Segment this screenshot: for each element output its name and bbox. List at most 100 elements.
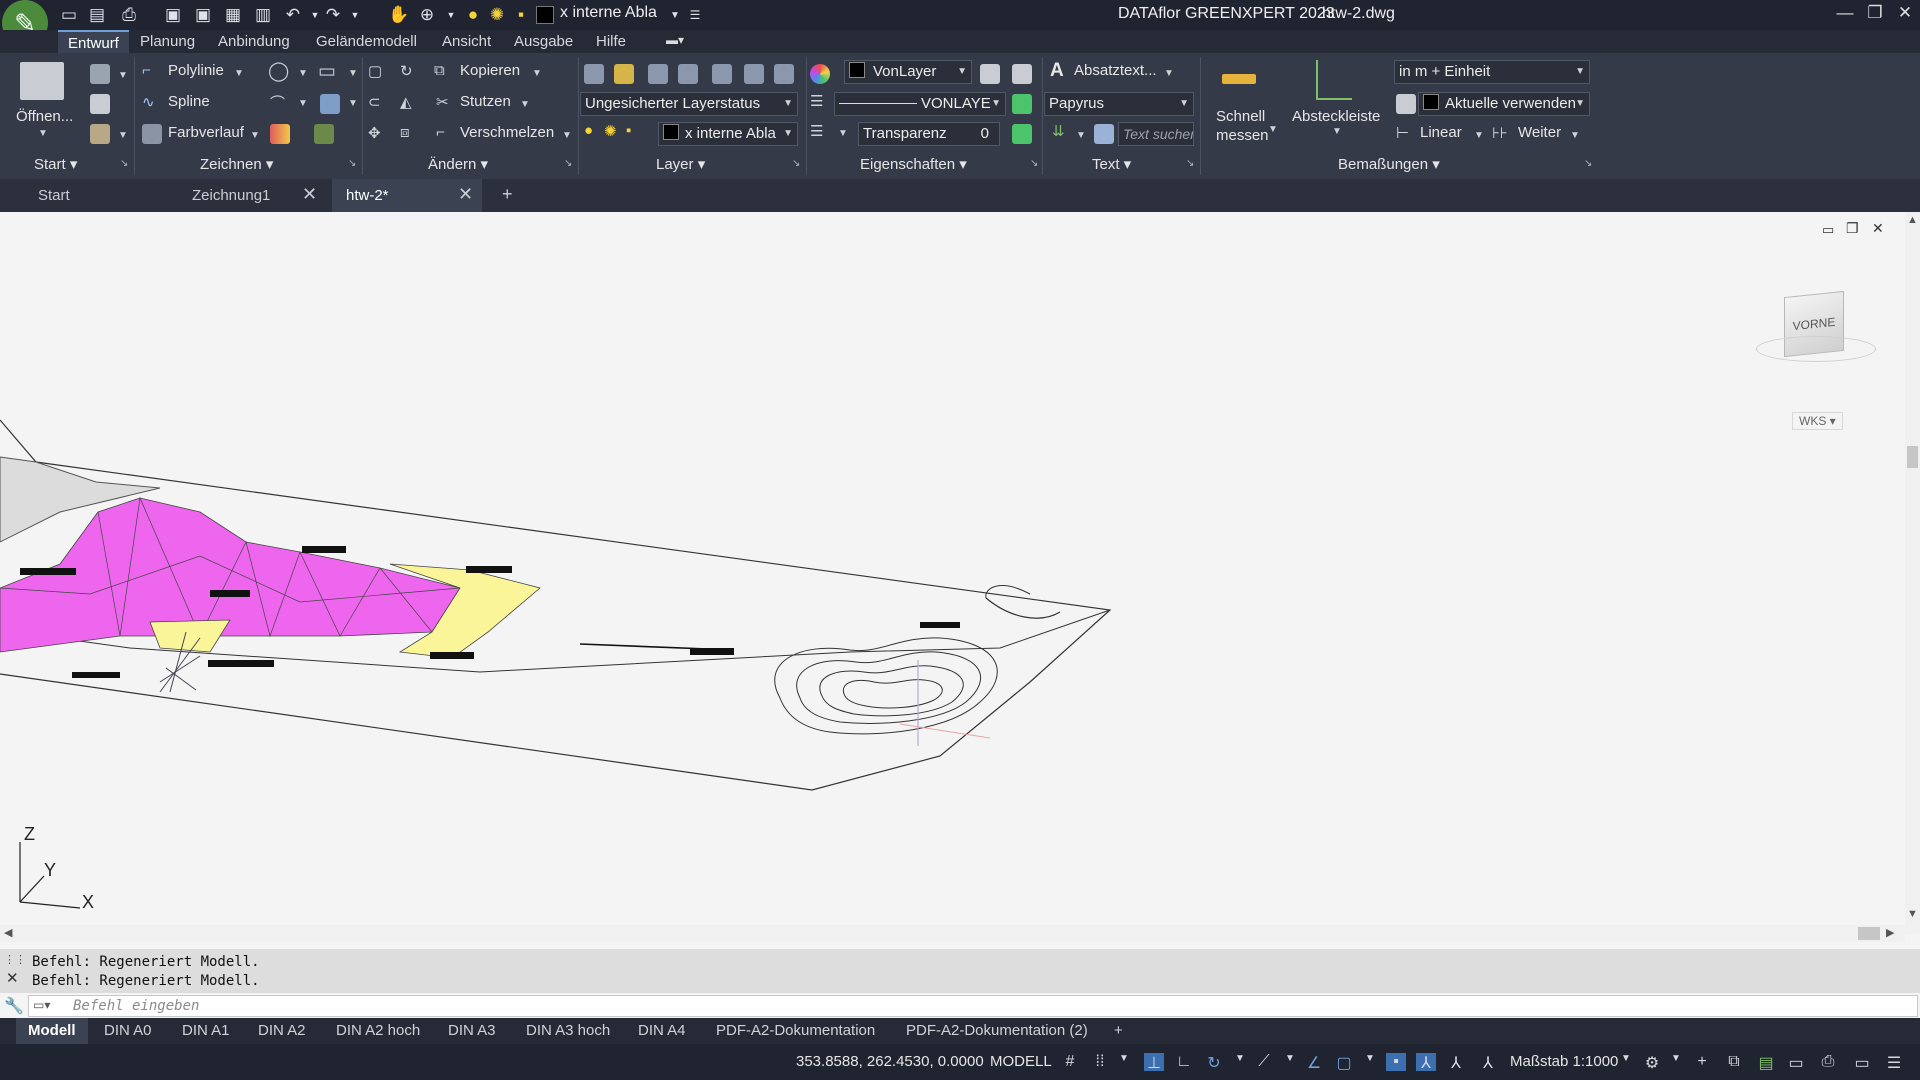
hatch-icon[interactable] <box>320 94 340 114</box>
absteckleiste-dropdown-icon[interactable]: ▼ <box>1332 126 1342 137</box>
viewport-minimize-icon[interactable]: ▭ <box>1822 222 1834 238</box>
draw-order-dropdown-icon[interactable]: ▼ <box>118 70 128 81</box>
quick-properties-icon[interactable]: ▤ <box>1756 1053 1776 1072</box>
snap-icon[interactable]: ⁞⁞ <box>1090 1053 1110 1071</box>
grid-icon[interactable]: # <box>1060 1053 1080 1071</box>
scroll-left-icon[interactable]: ◀ <box>4 926 12 939</box>
linear-button[interactable]: Linear <box>1420 124 1462 141</box>
stutzen-button[interactable]: Stutzen <box>460 93 511 110</box>
color-wheel-icon[interactable] <box>810 64 830 84</box>
text-style-icon[interactable]: ⇊ <box>1052 122 1065 140</box>
weiter-button[interactable]: Weiter <box>1518 124 1561 141</box>
workspace-gear-icon[interactable]: ⚙ <box>1642 1053 1662 1072</box>
move-icon[interactable]: ✥ <box>368 124 381 142</box>
verschmelzen-dropdown-icon[interactable]: ▼ <box>562 130 572 141</box>
trim-icon[interactable]: ✂ <box>436 93 449 111</box>
model-space-button[interactable]: MODELL <box>990 1053 1052 1070</box>
offset-icon[interactable]: ⊂ <box>368 93 381 111</box>
hatch-dropdown-icon[interactable]: ▼ <box>348 98 358 109</box>
customize-status-icon[interactable]: ☰ <box>1884 1053 1904 1072</box>
publish-icon[interactable]: ▦ <box>222 4 244 26</box>
layer-state-combo[interactable]: Ungesicherter Layerstatus ▼ <box>580 92 798 116</box>
open-button[interactable]: Öffnen... <box>16 108 73 125</box>
scroll-right-icon[interactable]: ▶ <box>1886 926 1894 939</box>
color-gradient-icon[interactable] <box>270 124 290 144</box>
zoom-dropdown-icon[interactable]: ▼ <box>440 4 462 26</box>
layer-on-icon[interactable]: ● <box>462 4 484 26</box>
object-snap-dropdown-icon[interactable]: ▼ <box>1360 1053 1380 1071</box>
layout-tab-din-a3-hoch[interactable]: DIN A3 hoch <box>526 1022 610 1039</box>
section-eigenschaften[interactable]: Eigenschaften ▾ <box>860 153 967 177</box>
save-as-icon[interactable]: ▣ <box>192 4 214 26</box>
tab-gelaendemodell[interactable]: Geländemodell <box>316 33 417 50</box>
ucs-menu[interactable]: WKS ▾ <box>1792 412 1843 430</box>
isodraft-icon[interactable]: ⟋ <box>1254 1053 1274 1071</box>
text-style-dropdown-icon[interactable]: ▼ <box>1076 130 1086 141</box>
close-icon[interactable]: ✕ <box>1890 3 1920 27</box>
viewport-restore-icon[interactable]: ❐ <box>1846 220 1859 237</box>
viewcube-compass[interactable] <box>1756 336 1876 362</box>
quick-layer-combo[interactable]: x interne Abla <box>560 4 657 22</box>
open-folder-icon[interactable]: ▤ <box>86 4 108 26</box>
layout-tab-din-a3[interactable]: DIN A3 <box>448 1022 496 1039</box>
polyline-icon[interactable]: ⌐ <box>142 62 151 79</box>
layout-tab-pdf-a2-2[interactable]: PDF-A2-Dokumentation (2) <box>906 1022 1088 1039</box>
redo-dropdown-icon[interactable]: ▼ <box>344 4 366 26</box>
layout-tab-din-a2-hoch[interactable]: DIN A2 hoch <box>336 1022 420 1039</box>
layer-off-icon[interactable] <box>712 64 732 84</box>
isodraft-dropdown-icon[interactable]: ▼ <box>1280 1053 1300 1071</box>
text-icon[interactable]: A <box>1050 60 1064 82</box>
gradient-icon[interactable] <box>142 124 162 144</box>
tab-ausgabe[interactable]: Ausgabe <box>514 33 573 50</box>
mirror-icon[interactable]: ◭ <box>400 93 412 111</box>
layout-tab-modell[interactable]: Modell <box>16 1018 88 1044</box>
bemassungen-launcher-icon[interactable]: ↘ <box>1584 158 1592 169</box>
select-similar-icon[interactable] <box>1012 124 1032 144</box>
horizontal-scrollbar[interactable]: ◀ ▶ <box>0 925 1905 942</box>
layer-properties-icon[interactable] <box>584 64 604 84</box>
add-layout-icon[interactable]: + <box>1114 1022 1123 1039</box>
section-text[interactable]: Text ▾ <box>1092 153 1131 177</box>
drawing-canvas[interactable]: Z Y X ▭ ❐ ✕ VORNE WKS ▾ <box>0 212 1905 934</box>
snap-dropdown-icon[interactable]: ▼ <box>1114 1053 1134 1071</box>
draw-order-icon[interactable] <box>90 64 110 84</box>
open-dropdown-icon[interactable]: ▼ <box>38 128 48 139</box>
start-launcher-icon[interactable]: ↘ <box>120 158 128 169</box>
scroll-down-icon[interactable]: ▼ <box>1907 908 1918 920</box>
layer-launcher-icon[interactable]: ↘ <box>792 158 800 169</box>
close-tab-htw-2-icon[interactable]: ✕ <box>458 184 473 205</box>
tab-hilfe[interactable]: Hilfe <box>596 33 626 50</box>
new-tab-icon[interactable]: + <box>502 184 513 205</box>
rectangle-icon[interactable]: ▭ <box>318 60 336 83</box>
layout-tab-din-a2[interactable]: DIN A2 <box>258 1022 306 1039</box>
tab-ansicht[interactable]: Ansicht <box>442 33 491 50</box>
color-combo[interactable]: VonLayer ▼ <box>844 60 972 84</box>
layout-tab-pdf-a2[interactable]: PDF-A2-Dokumentation <box>716 1022 875 1039</box>
lineweight-icon[interactable]: ☰ <box>810 92 823 110</box>
stakeout-icon[interactable] <box>1316 60 1352 100</box>
fillet-icon[interactable]: ⌐ <box>436 124 445 141</box>
rectangle-dropdown-icon[interactable]: ▼ <box>348 68 358 79</box>
tab-planung[interactable]: Planung <box>140 33 195 50</box>
scale-dropdown-icon[interactable]: ▼ <box>1616 1053 1636 1071</box>
farbverlauf-dropdown-icon[interactable]: ▼ <box>250 130 260 141</box>
customize-command-icon[interactable]: 🔧 <box>4 996 24 1016</box>
polar-icon[interactable]: ↻ <box>1204 1053 1224 1072</box>
clean-screen-icon[interactable]: ▭ <box>1852 1053 1872 1072</box>
kopieren-dropdown-icon[interactable]: ▼ <box>532 68 542 79</box>
lock-ui-icon[interactable]: ▭ <box>1786 1053 1806 1072</box>
transparency-combo[interactable]: Transparenz 0 <box>858 122 1000 146</box>
close-tab-zeichnung1-icon[interactable]: ✕ <box>302 184 317 205</box>
dim-layer-icon[interactable] <box>1396 94 1416 114</box>
command-recent-icon[interactable]: ▭▾ <box>33 998 50 1012</box>
layer-walk-icon[interactable] <box>774 64 794 84</box>
viewport-close-icon[interactable]: ✕ <box>1872 220 1884 237</box>
dim-layer-combo[interactable]: Aktuelle verwenden ▼ <box>1418 92 1590 116</box>
zoom-icon[interactable]: ⊕ <box>416 4 438 26</box>
restore-icon[interactable]: ❐ <box>1860 3 1890 27</box>
close-command-icon[interactable]: ✕ <box>6 969 19 987</box>
quick-select-icon[interactable] <box>1012 94 1032 114</box>
rotate-icon[interactable]: ↻ <box>400 62 413 80</box>
doc-tab-start[interactable]: Start <box>24 179 174 212</box>
hardware-acceleration-icon[interactable]: ⎙ <box>1818 1053 1838 1071</box>
